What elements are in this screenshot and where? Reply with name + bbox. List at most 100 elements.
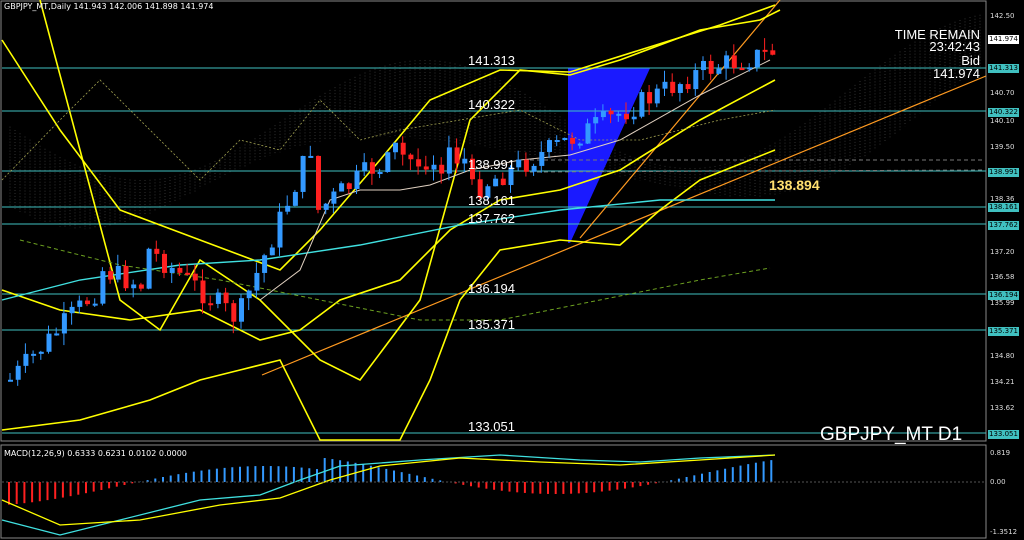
macd-histogram-bar <box>408 473 411 482</box>
macd-histogram-bar <box>285 466 288 482</box>
macd-histogram-bar <box>608 482 611 491</box>
level-label-5: 137.762 <box>468 211 515 226</box>
candle-body <box>631 116 637 120</box>
level-label-4: 138.161 <box>468 193 515 208</box>
macd-histogram-bar <box>624 482 626 489</box>
candle-body <box>701 60 706 71</box>
candle-body <box>431 164 437 170</box>
macd-histogram-bar <box>562 482 565 494</box>
macd-histogram-bar <box>554 482 557 494</box>
macd-histogram-bar <box>38 482 41 502</box>
price-tick: 134.21 <box>990 378 1015 386</box>
bid-value: 141.974 <box>933 66 980 81</box>
macd-histogram-bar <box>631 482 634 488</box>
macd-histogram-bar <box>215 468 218 482</box>
macd-histogram-bar <box>770 460 773 482</box>
macd-tick: -1.3512 <box>990 528 1018 536</box>
macd-histogram-bar <box>377 467 380 482</box>
candle-body <box>239 298 244 322</box>
candle-body <box>177 267 183 273</box>
candle-body <box>108 271 114 280</box>
price-box: 141.313 <box>988 64 1019 73</box>
price-tick: 140.10 <box>990 117 1015 125</box>
price-tick: 138.36 <box>990 195 1015 203</box>
candle-body <box>208 303 214 306</box>
macd-histogram-bar <box>570 482 573 494</box>
candle-body <box>446 147 452 174</box>
candle-body <box>393 142 398 153</box>
price-box-current: 141.974 <box>988 35 1019 44</box>
macd-histogram-bar <box>523 482 526 493</box>
candle-body <box>77 300 83 307</box>
macd-histogram-bar <box>616 482 619 490</box>
candle-body <box>624 113 629 120</box>
macd-histogram-bar <box>423 477 426 482</box>
candle-body <box>716 68 722 74</box>
time-remain-value: 23:42:43 <box>929 39 980 54</box>
price-tick: 135.99 <box>990 299 1015 307</box>
candle-body <box>15 365 21 380</box>
macd-histogram-bar <box>362 464 365 482</box>
candle-body <box>747 67 753 70</box>
candle-body <box>138 284 144 289</box>
candle-body <box>570 137 576 144</box>
macd-histogram-bar <box>85 482 87 494</box>
candle-body <box>369 162 375 174</box>
macd-histogram-bar <box>754 462 757 482</box>
candle-body <box>677 84 683 93</box>
macd-histogram-bar <box>208 469 211 482</box>
macd-histogram-bar <box>92 482 95 492</box>
price-tick: 140.70 <box>990 89 1015 97</box>
macd-histogram-bar <box>31 482 34 503</box>
candle-body <box>316 155 321 210</box>
macd-histogram-bar <box>747 464 750 482</box>
macd-histogram-bar <box>54 482 57 499</box>
candle-body <box>346 183 352 189</box>
macd-histogram-bar <box>262 466 265 482</box>
candle-body <box>362 162 368 171</box>
symbol-timeframe-label: GBPJPY_MT D1 <box>820 424 963 445</box>
candle-body <box>92 303 98 306</box>
candle-body <box>462 158 468 164</box>
candle-body <box>269 247 275 256</box>
candle-body <box>131 284 137 289</box>
macd-histogram-bar <box>508 482 511 492</box>
price-box: 138.991 <box>988 168 1019 177</box>
macd-histogram-bar <box>108 482 111 489</box>
candle-body <box>123 265 129 289</box>
candle-body <box>400 142 406 155</box>
macd-histogram-bar <box>115 482 118 487</box>
price-chart[interactable] <box>0 0 1024 540</box>
candle-body <box>339 183 345 192</box>
price-tick: 134.80 <box>990 352 1015 360</box>
macd-histogram-bar <box>600 482 603 492</box>
macd-histogram-bar <box>308 468 311 482</box>
macd-histogram-bar <box>15 482 18 504</box>
candle-body <box>770 50 776 55</box>
candle-body <box>616 113 622 116</box>
candle-body <box>223 292 229 304</box>
price-box: 140.322 <box>988 108 1019 117</box>
macd-histogram-bar <box>762 461 765 482</box>
macd-histogram-bar <box>192 471 195 482</box>
macd-histogram-bar <box>231 467 234 482</box>
candle-body <box>61 313 67 334</box>
macd-histogram-bar <box>61 482 64 498</box>
macd-header: MACD(12,26,9) 0.6333 0.6231 0.0102 0.000… <box>4 449 187 458</box>
macd-histogram-bar <box>485 482 488 489</box>
macd-histogram-bar <box>239 466 241 482</box>
macd-histogram-bar <box>701 473 703 482</box>
level-label-3: 138.991 <box>468 157 515 172</box>
candle-body <box>523 159 529 172</box>
macd-histogram-bar <box>639 482 642 487</box>
candle-body <box>69 306 75 314</box>
candle-body <box>277 211 283 248</box>
candle-body <box>185 272 191 275</box>
price-tick: 133.62 <box>990 404 1015 412</box>
candle-body <box>416 159 422 167</box>
macd-histogram-bar <box>269 466 272 482</box>
candle-body <box>577 143 583 146</box>
price-box: 136.194 <box>988 291 1019 300</box>
candle-body <box>254 272 260 291</box>
level-label-8: 133.051 <box>468 419 515 434</box>
